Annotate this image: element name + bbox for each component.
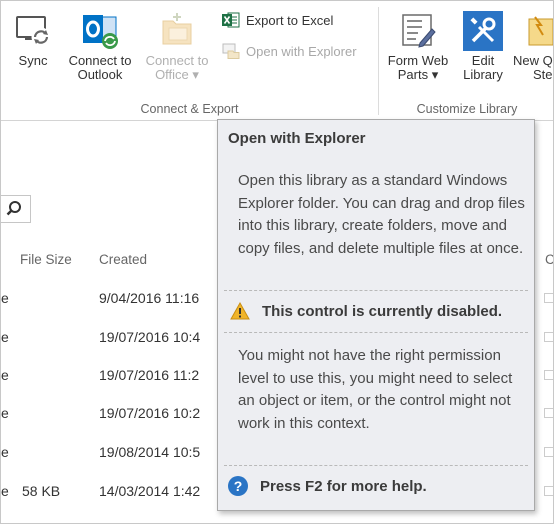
open-with-explorer-button[interactable]: Open with Explorer [222, 41, 357, 61]
excel-icon [222, 11, 240, 29]
connect-outlook-label-1: Connect to [68, 53, 132, 68]
connect-export-group: Sync Connect to Outlook Connect to Offic… [1, 1, 378, 121]
edit-library-button[interactable]: Edit Library [455, 11, 511, 82]
connect-office-label-2: Office ▾ [155, 67, 199, 82]
row-checkbox[interactable] [544, 293, 553, 303]
row-name-fragment[interactable]: e [1, 290, 9, 306]
tooltip-title: Open with Explorer [228, 130, 366, 147]
connect-office-label-1: Connect to [145, 53, 209, 68]
connect-outlook-label-2: Outlook [77, 67, 123, 82]
sharepoint-library-view: Sync Connect to Outlook Connect to Offic… [0, 0, 554, 524]
form-web-parts-label-2: Parts ▾ [397, 67, 439, 82]
tooltip-divider [224, 465, 528, 466]
row-created: 14/03/2014 1:42 [99, 483, 201, 499]
tooltip-warning-text: This control is currently disabled. [262, 302, 503, 320]
office-icon [157, 11, 197, 51]
row-created: 19/07/2016 11:2 [99, 367, 200, 383]
search-icon [6, 201, 21, 216]
row-created: 19/07/2016 10:4 [99, 329, 201, 345]
new-quick-step-label-2: Ste [533, 67, 553, 82]
row-name-fragment[interactable]: e [1, 444, 9, 460]
row-name-fragment[interactable]: e [1, 329, 9, 345]
row-file-size: 58 KB [22, 483, 61, 499]
form-web-parts-label-1: Form Web [387, 53, 449, 68]
explorer-icon [222, 42, 240, 60]
row-created: 9/04/2016 11:16 [99, 290, 200, 306]
connect-to-outlook-button[interactable]: Connect to Outlook [64, 11, 136, 82]
edit-library-label-1: Edit [471, 53, 495, 68]
connect-export-group-label: Connect & Export [140, 102, 239, 116]
new-quick-step-button[interactable]: New Q Ste [513, 11, 553, 82]
row-name-fragment[interactable]: e [1, 367, 9, 383]
new-quick-step-icon [523, 11, 553, 51]
new-quick-step-label-1: New Q [513, 53, 553, 68]
form-web-parts-icon [398, 11, 438, 51]
row-checkbox[interactable] [544, 332, 553, 342]
row-checkbox[interactable] [544, 486, 553, 496]
tooltip-disabled-reason: You might not have the right permission … [238, 347, 513, 432]
search-button[interactable] [1, 195, 31, 223]
connect-to-office-button[interactable]: Connect to Office ▾ [141, 11, 213, 82]
sync-button[interactable]: Sync [7, 11, 59, 68]
tooltip-description: Open this library as a standard Windows … [238, 172, 525, 257]
row-name-fragment[interactable]: e [1, 405, 9, 421]
tooltip-help-text: Press F2 for more help. [260, 477, 427, 495]
row-checkbox[interactable] [544, 447, 553, 457]
ribbon: Sync Connect to Outlook Connect to Offic… [1, 1, 553, 121]
warning-icon [230, 301, 250, 320]
row-checkbox[interactable] [544, 370, 553, 380]
customize-library-group: Form Web Parts ▾ Edit Library New Q Ste … [379, 1, 553, 121]
open-with-explorer-label: Open with Explorer [246, 43, 357, 59]
tooltip-help: ? Press F2 for more help. [228, 476, 427, 496]
export-to-excel-label: Export to Excel [246, 12, 334, 28]
row-checkbox[interactable] [544, 408, 553, 418]
column-header-fragment[interactable]: C [545, 252, 553, 267]
outlook-icon [80, 11, 120, 51]
edit-library-icon [463, 11, 503, 51]
open-with-explorer-tooltip: Open with Explorer Open this library as … [217, 119, 535, 511]
export-to-excel-button[interactable]: Export to Excel [222, 10, 333, 30]
customize-library-group-label: Customize Library [416, 102, 518, 116]
form-web-parts-button[interactable]: Form Web Parts ▾ [382, 11, 454, 82]
tooltip-divider [224, 332, 528, 333]
column-header-created[interactable]: Created [99, 252, 147, 267]
tooltip-divider [224, 290, 528, 291]
sync-icon [13, 11, 53, 51]
tooltip-warning: This control is currently disabled. [230, 301, 503, 320]
row-name-fragment[interactable]: e [1, 483, 9, 499]
edit-library-label-2: Library [463, 67, 503, 82]
help-icon: ? [228, 476, 248, 496]
row-created: 19/07/2016 10:2 [99, 405, 201, 421]
row-created: 19/08/2014 10:5 [99, 444, 201, 460]
sync-label: Sync [18, 53, 48, 68]
column-header-file-size[interactable]: File Size [20, 252, 72, 267]
